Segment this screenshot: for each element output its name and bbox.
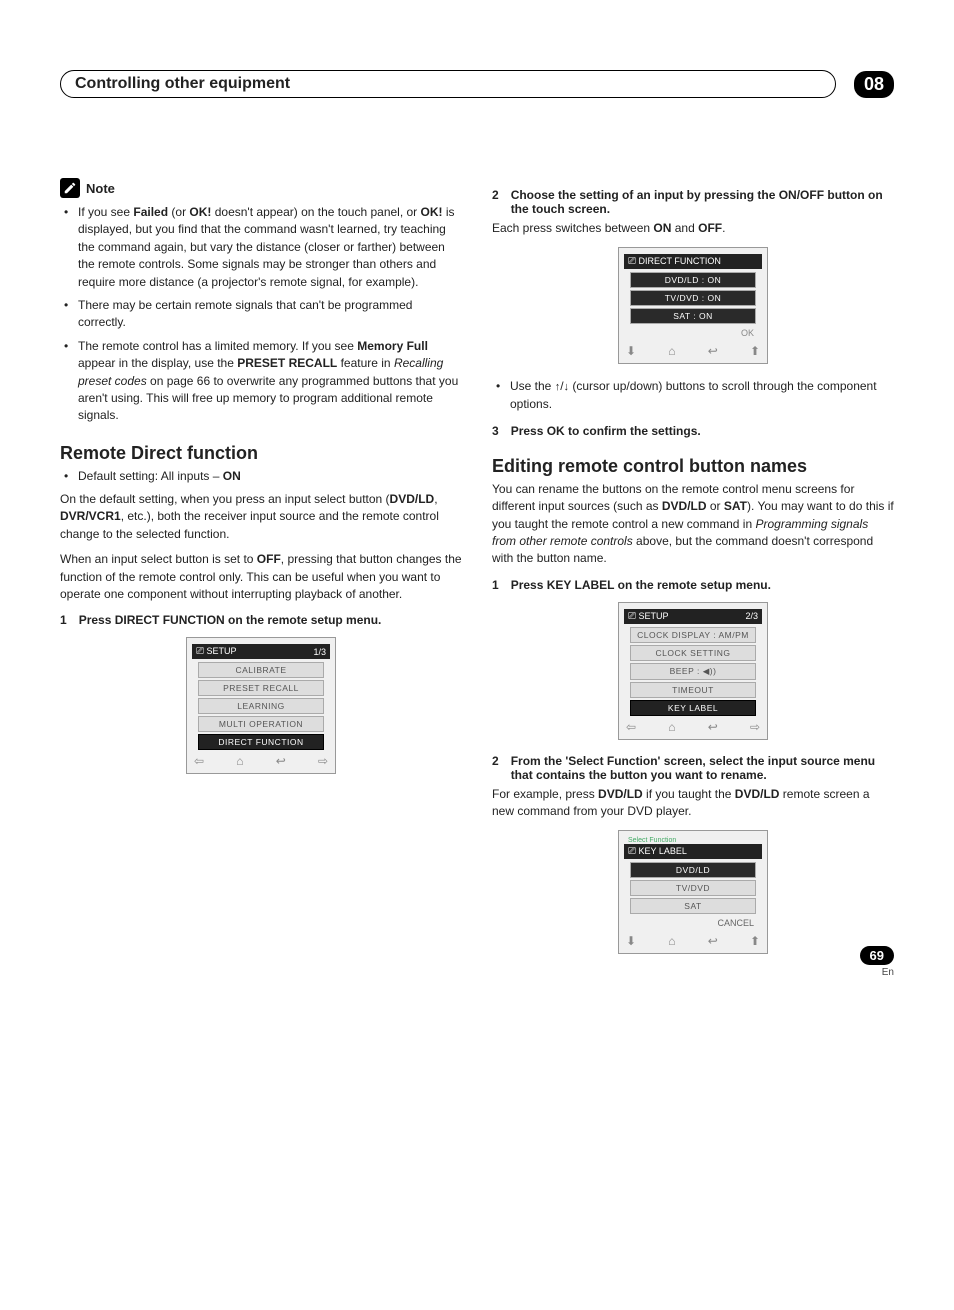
- remote-button[interactable]: CLOCK SETTING: [630, 645, 756, 661]
- remote-subtitle: Select Function: [624, 837, 762, 844]
- remote-screen-setup-1: ⎚ SETUP 1/3 CALIBRATE PRESET RECALL LEAR…: [186, 637, 336, 774]
- back-icon[interactable]: ↩: [708, 344, 718, 358]
- remote-button[interactable]: SAT: [630, 898, 756, 914]
- body-text: On the default setting, when you press a…: [60, 491, 462, 543]
- arrow-left-icon[interactable]: ⇦: [194, 754, 204, 768]
- cancel-button[interactable]: CANCEL: [624, 916, 762, 930]
- body-text: When an input select button is set to OF…: [60, 551, 462, 603]
- remote-screen-key-label: Select Function ⎚ KEY LABEL DVD/LD TV/DV…: [618, 830, 768, 954]
- note-label: Note: [86, 181, 115, 196]
- right-column: 2 Choose the setting of an input by pres…: [492, 178, 894, 968]
- cursor-note: Use the ↑/↓ (cursor up/down) buttons to …: [492, 378, 894, 413]
- pencil-icon: [60, 178, 80, 198]
- remote-screen-direct-function: ⎚ DIRECT FUNCTION DVD/LD : ON TV/DVD : O…: [618, 247, 768, 364]
- body-text: You can rename the buttons on the remote…: [492, 481, 894, 568]
- step-3: 3 Press OK to confirm the settings.: [492, 424, 894, 438]
- remote-screen-setup-2: ⎚ SETUP 2/3 CLOCK DISPLAY : AM/PM CLOCK …: [618, 602, 768, 740]
- arrow-up-icon[interactable]: ⬆: [750, 344, 760, 358]
- left-column: Note If you see Failed (or OK! doesn't a…: [60, 178, 462, 968]
- remote-button[interactable]: DVD/LD: [630, 862, 756, 878]
- section-title: Controlling other equipment: [60, 70, 836, 98]
- note-item: If you see Failed (or OK! doesn't appear…: [60, 204, 462, 291]
- note-item: The remote control has a limited memory.…: [60, 338, 462, 425]
- remote-title-row: ⎚ SETUP 1/3: [192, 644, 330, 659]
- remote-button[interactable]: TV/DVD: [630, 880, 756, 896]
- remote-icon: ⎚: [628, 611, 636, 622]
- home-icon[interactable]: ⌂: [668, 344, 675, 358]
- remote-button[interactable]: TV/DVD : ON: [630, 290, 756, 306]
- step-2: 2 Choose the setting of an input by pres…: [492, 188, 894, 216]
- remote-button[interactable]: SAT : ON: [630, 308, 756, 324]
- remote-title-row: ⎚ SETUP 2/3: [624, 609, 762, 624]
- remote-icon: ⎚: [628, 256, 636, 267]
- remote-button[interactable]: DVD/LD : ON: [630, 272, 756, 288]
- home-icon[interactable]: ⌂: [668, 934, 675, 948]
- remote-icon: ⎚: [196, 646, 204, 657]
- remote-button[interactable]: BEEP : ◀)): [630, 663, 756, 680]
- remote-nav: ⬇ ⌂ ↩ ⬆: [624, 934, 762, 948]
- chapter-badge: 08: [854, 71, 894, 98]
- remote-nav: ⬇ ⌂ ↩ ⬆: [624, 344, 762, 358]
- default-setting: Default setting: All inputs – ON: [60, 468, 462, 485]
- remote-title-row: ⎚ DIRECT FUNCTION: [624, 254, 762, 269]
- back-icon[interactable]: ↩: [276, 754, 286, 768]
- remote-nav: ⇦ ⌂ ↩ ⇨: [624, 720, 762, 734]
- remote-button[interactable]: CALIBRATE: [198, 662, 324, 678]
- arrow-down-icon[interactable]: ⬇: [626, 344, 636, 358]
- section-heading-remote-direct: Remote Direct function: [60, 443, 462, 464]
- note-item: There may be certain remote signals that…: [60, 297, 462, 332]
- page-number: 69: [860, 946, 894, 965]
- back-icon[interactable]: ↩: [708, 720, 718, 734]
- remote-button[interactable]: MULTI OPERATION: [198, 716, 324, 732]
- arrow-down-icon[interactable]: ⬇: [626, 934, 636, 948]
- remote-icon: ⎚: [628, 846, 636, 857]
- remote-button[interactable]: LEARNING: [198, 698, 324, 714]
- arrow-right-icon[interactable]: ⇨: [750, 720, 760, 734]
- ok-button[interactable]: OK: [624, 326, 762, 340]
- back-icon[interactable]: ↩: [708, 934, 718, 948]
- arrow-right-icon[interactable]: ⇨: [318, 754, 328, 768]
- note-list: If you see Failed (or OK! doesn't appear…: [60, 204, 462, 425]
- remote-button[interactable]: PRESET RECALL: [198, 680, 324, 696]
- note-header: Note: [60, 178, 462, 198]
- step-1: 1 Press KEY LABEL on the remote setup me…: [492, 578, 894, 592]
- body-text: For example, press DVD/LD if you taught …: [492, 786, 894, 821]
- arrow-up-icon[interactable]: ⬆: [750, 934, 760, 948]
- remote-button-highlighted[interactable]: DIRECT FUNCTION: [198, 734, 324, 750]
- page-footer: 69 En: [860, 946, 894, 978]
- remote-nav: ⇦ ⌂ ↩ ⇨: [192, 754, 330, 768]
- page-header: Controlling other equipment 08: [60, 70, 894, 98]
- home-icon[interactable]: ⌂: [668, 720, 675, 734]
- step-1: 1 Press DIRECT FUNCTION on the remote se…: [60, 613, 462, 627]
- remote-button[interactable]: TIMEOUT: [630, 682, 756, 698]
- section-heading-editing-names: Editing remote control button names: [492, 456, 894, 477]
- language-label: En: [860, 967, 894, 978]
- remote-title-row: ⎚ KEY LABEL: [624, 844, 762, 859]
- body-text: Each press switches between ON and OFF.: [492, 220, 894, 237]
- remote-button-highlighted[interactable]: KEY LABEL: [630, 700, 756, 716]
- arrow-left-icon[interactable]: ⇦: [626, 720, 636, 734]
- home-icon[interactable]: ⌂: [236, 754, 243, 768]
- remote-button[interactable]: CLOCK DISPLAY : AM/PM: [630, 627, 756, 643]
- step-2: 2 From the 'Select Function' screen, sel…: [492, 754, 894, 782]
